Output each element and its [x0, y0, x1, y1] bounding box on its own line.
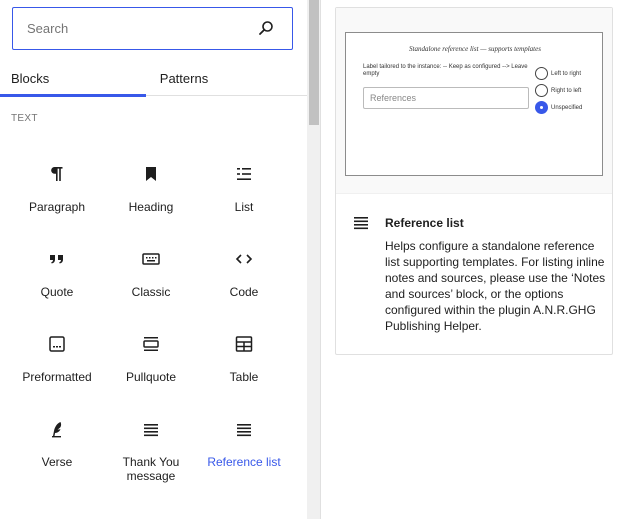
radio-circle: [535, 67, 548, 80]
radio-label: Unspecified: [551, 104, 583, 111]
preview-canvas: Standalone reference list — supports tem…: [336, 8, 612, 194]
preview-title: Standalone reference list — supports tem…: [409, 45, 541, 53]
section-label-text: TEXT: [11, 113, 38, 124]
inserter-tabs: Blocks Patterns: [0, 60, 307, 97]
block-label: Reference list: [207, 455, 281, 469]
block-item-verse[interactable]: Verse: [11, 417, 103, 493]
block-label: Table: [229, 370, 259, 384]
paragraph-icon: [45, 162, 69, 186]
preview-radio-left-to-right: Left to right: [535, 67, 581, 80]
preview-references-input: References: [363, 87, 529, 109]
radio-label: Right to left: [551, 87, 582, 94]
tab-blocks[interactable]: Blocks: [0, 60, 146, 97]
block-label: List: [234, 200, 254, 214]
code-icon: [232, 247, 256, 271]
table-icon: [232, 332, 256, 356]
preview-frame: Standalone reference list — supports tem…: [345, 32, 603, 176]
pullquote-icon: [139, 332, 163, 356]
block-item-list[interactable]: List: [198, 162, 290, 238]
block-label: Paragraph: [28, 200, 86, 214]
block-label: Thank You message: [122, 455, 180, 483]
block-item-heading[interactable]: Heading: [105, 162, 197, 238]
justify-icon: [139, 417, 163, 441]
block-item-pullquote[interactable]: Pullquote: [105, 332, 197, 408]
feather-icon: [45, 417, 69, 441]
block-label: Quote: [40, 285, 74, 299]
block-item-thank-you-message[interactable]: Thank You message: [105, 417, 197, 493]
preformatted-icon: [45, 332, 69, 356]
scrollbar[interactable]: [307, 0, 321, 519]
block-label: Heading: [128, 200, 174, 214]
block-label: Pullquote: [125, 370, 177, 384]
preview-radio-unspecified: Unspecified: [535, 101, 582, 114]
block-label: Preformatted: [22, 370, 92, 384]
scrollbar-thumb[interactable]: [309, 0, 319, 125]
block-item-quote[interactable]: Quote: [11, 247, 103, 323]
justify-icon: [232, 417, 256, 441]
search-icon[interactable]: [258, 20, 274, 36]
keyboard-icon: [139, 247, 163, 271]
block-item-classic[interactable]: Classic: [105, 247, 197, 323]
block-label: Classic: [131, 285, 171, 299]
tab-patterns[interactable]: Patterns: [146, 60, 222, 96]
block-item-table[interactable]: Table: [198, 332, 290, 408]
description-title: Reference list: [385, 216, 464, 230]
bookmark-icon: [139, 162, 163, 186]
justify-icon: [354, 217, 368, 230]
radio-circle: [535, 101, 548, 114]
quote-icon: [45, 247, 69, 271]
block-label: Code: [229, 285, 259, 299]
list-icon: [232, 162, 256, 186]
radio-label: Left to right: [551, 70, 582, 77]
block-item-preformatted[interactable]: Preformatted: [11, 332, 103, 408]
search-box[interactable]: [12, 7, 293, 50]
block-label: Verse: [41, 455, 73, 469]
block-item-reference-list[interactable]: Reference list: [198, 417, 290, 493]
block-inserter-panel: Blocks Patterns TEXT Paragraph Heading L…: [0, 0, 307, 519]
block-preview-panel: Standalone reference list — supports tem…: [335, 7, 613, 355]
preview-radio-right-to-left: Right to left: [535, 84, 581, 97]
radio-circle: [535, 84, 548, 97]
description-text: Helps configure a standalone reference l…: [385, 239, 606, 333]
preview-hint: Label tailored to the instance: -- Keep …: [363, 64, 528, 77]
block-item-paragraph[interactable]: Paragraph: [11, 162, 103, 238]
block-item-code[interactable]: Code: [198, 247, 290, 323]
search-input[interactable]: [13, 8, 253, 48]
